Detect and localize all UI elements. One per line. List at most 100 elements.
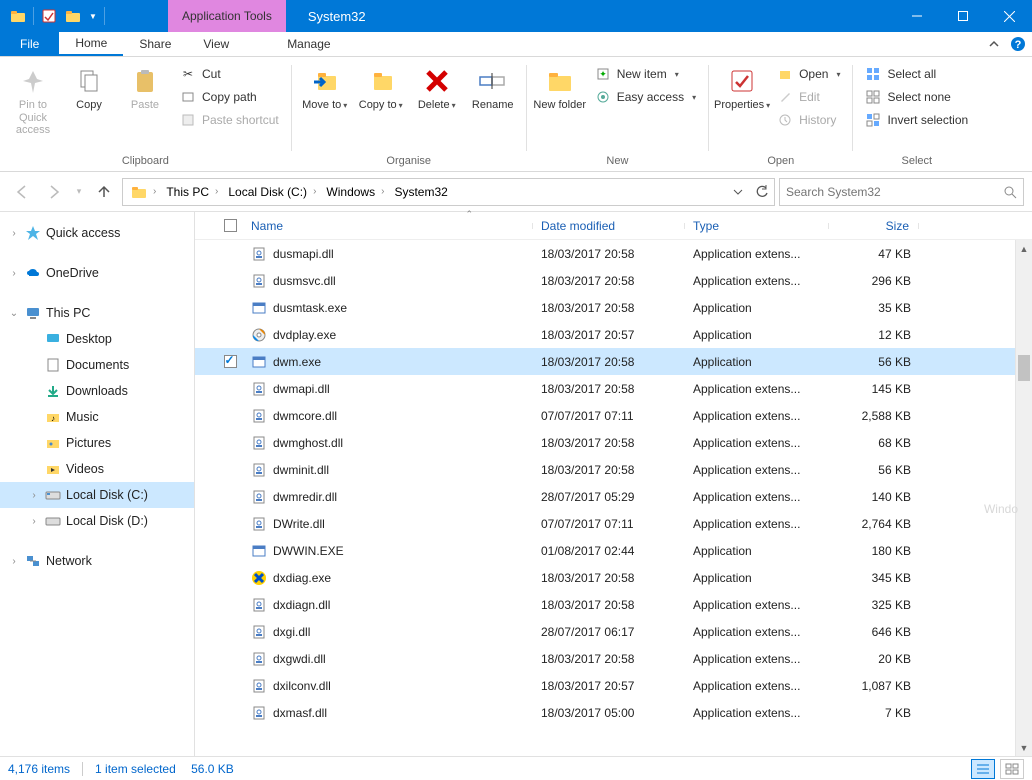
nav-documents[interactable]: Documents (0, 352, 194, 378)
new-item-button[interactable]: ✦New item▾ (589, 63, 702, 85)
qat-new-folder-icon[interactable] (61, 0, 85, 32)
column-check[interactable] (217, 219, 243, 232)
select-none-button[interactable]: Select none (859, 86, 974, 108)
delete-button[interactable]: Delete▾ (410, 61, 464, 112)
copy-button[interactable]: Copy (62, 61, 116, 112)
cut-button[interactable]: ✂Cut (174, 63, 285, 85)
move-to-button[interactable]: Move to▾ (298, 61, 352, 112)
group-open: Properties▾ Open▾ Edit History Open (711, 61, 850, 171)
scroll-up-button[interactable]: ▲ (1016, 240, 1032, 257)
open-button[interactable]: Open▾ (771, 63, 846, 85)
scroll-down-button[interactable]: ▼ (1016, 739, 1032, 756)
address-dropdown-button[interactable] (726, 179, 750, 205)
table-row[interactable]: dusmtask.exe18/03/2017 20:58Application3… (195, 294, 1032, 321)
nav-music[interactable]: ♪Music (0, 404, 194, 430)
nav-pictures[interactable]: Pictures (0, 430, 194, 456)
breadcrumb-local-disk-c[interactable]: Local Disk (C:)› (224, 179, 322, 205)
nav-local-disk-c[interactable]: ›Local Disk (C:) (0, 482, 194, 508)
maximize-button[interactable] (940, 0, 986, 32)
select-all-button[interactable]: Select all (859, 63, 974, 85)
nav-local-disk-d[interactable]: ›Local Disk (D:) (0, 508, 194, 534)
column-type[interactable]: Type (685, 219, 829, 233)
close-button[interactable] (986, 0, 1032, 32)
pin-to-quick-access-button[interactable]: Pin to Quick access (6, 61, 60, 137)
paste-button[interactable]: Paste (118, 61, 172, 112)
easy-access-button[interactable]: Easy access▾ (589, 86, 702, 108)
breadcrumb-system32[interactable]: System32 (390, 179, 451, 205)
tab-home[interactable]: Home (59, 32, 123, 56)
refresh-button[interactable] (750, 179, 774, 205)
search-box[interactable] (779, 178, 1024, 206)
copy-to-button[interactable]: Copy to▾ (354, 61, 408, 112)
new-folder-button[interactable]: New folder (533, 61, 587, 112)
back-button[interactable] (8, 178, 36, 206)
nav-onedrive[interactable]: ›OneDrive (0, 260, 194, 286)
table-row[interactable]: dxgwdi.dll18/03/2017 20:58Application ex… (195, 645, 1032, 672)
table-row[interactable]: dxdiagn.dll18/03/2017 20:58Application e… (195, 591, 1032, 618)
tab-manage[interactable]: Manage (271, 32, 346, 56)
copy-path-button[interactable]: Copy path (174, 86, 285, 108)
collapse-ribbon-button[interactable] (984, 32, 1004, 56)
nav-quick-access[interactable]: ›Quick access (0, 220, 194, 246)
file-name: dusmtask.exe (273, 301, 347, 315)
recent-locations-button[interactable]: ▾ (72, 186, 86, 197)
table-row[interactable]: dxdiag.exe18/03/2017 20:58Application345… (195, 564, 1032, 591)
nav-downloads[interactable]: Downloads (0, 378, 194, 404)
rename-button[interactable]: Rename (466, 61, 520, 112)
nav-desktop[interactable]: Desktop (0, 326, 194, 352)
qat-customize-dropdown[interactable]: ▼ (85, 0, 101, 32)
table-row[interactable]: DWrite.dll07/07/2017 07:11Application ex… (195, 510, 1032, 537)
help-button[interactable]: ? (1004, 32, 1032, 56)
new-folder-icon (544, 65, 576, 97)
large-icons-view-button[interactable] (1000, 759, 1024, 779)
breadcrumb-this-pc[interactable]: This PC› (162, 179, 224, 205)
documents-icon (44, 356, 62, 374)
table-row[interactable]: dwminit.dll18/03/2017 20:58Application e… (195, 456, 1032, 483)
table-row[interactable]: dxilconv.dll18/03/2017 20:57Application … (195, 672, 1032, 699)
file-name: dxilconv.dll (273, 679, 331, 693)
column-name[interactable]: Name⌃ (243, 219, 533, 233)
nav-network[interactable]: ›Network (0, 548, 194, 574)
minimize-button[interactable] (894, 0, 940, 32)
table-row[interactable]: dwmapi.dll18/03/2017 20:58Application ex… (195, 375, 1032, 402)
search-input[interactable] (786, 185, 1003, 199)
nav-videos[interactable]: Videos (0, 456, 194, 482)
breadcrumb-windows[interactable]: Windows› (322, 179, 390, 205)
up-button[interactable] (90, 178, 118, 206)
breadcrumb-root-icon[interactable]: › (127, 179, 162, 205)
column-date-modified[interactable]: Date modified (533, 219, 685, 233)
table-row[interactable]: dvdplay.exe18/03/2017 20:57Application12… (195, 321, 1032, 348)
details-view-button[interactable] (971, 759, 995, 779)
row-checkbox[interactable] (224, 355, 237, 368)
table-row[interactable]: dwm.exe18/03/2017 20:58Application56 KB (195, 348, 1032, 375)
qat-properties-icon[interactable] (37, 0, 61, 32)
column-size[interactable]: Size (829, 219, 919, 233)
tab-share[interactable]: Share (123, 32, 187, 56)
table-row[interactable]: dwmghost.dll18/03/2017 20:58Application … (195, 429, 1032, 456)
paste-shortcut-button[interactable]: Paste shortcut (174, 109, 285, 131)
file-size: 20 KB (829, 652, 919, 666)
qat-folder-icon[interactable] (6, 0, 30, 32)
table-row[interactable]: DWWIN.EXE01/08/2017 02:44Application180 … (195, 537, 1032, 564)
history-button[interactable]: History (771, 109, 846, 131)
edit-button[interactable]: Edit (771, 86, 846, 108)
table-row[interactable]: dxmasf.dll18/03/2017 05:00Application ex… (195, 699, 1032, 726)
tab-file[interactable]: File (0, 32, 59, 56)
file-name: DWWIN.EXE (273, 544, 344, 558)
scroll-thumb[interactable] (1018, 355, 1030, 381)
scrollbar-vertical[interactable]: ▲ ▼ (1015, 240, 1032, 756)
file-name: dxgwdi.dll (273, 652, 326, 666)
table-row[interactable]: dwmredir.dll28/07/2017 05:29Application … (195, 483, 1032, 510)
table-row[interactable]: dusmsvc.dll18/03/2017 20:58Application e… (195, 267, 1032, 294)
forward-button[interactable] (40, 178, 68, 206)
address-bar[interactable]: › This PC› Local Disk (C:)› Windows› Sys… (122, 178, 775, 206)
table-row[interactable]: dxgi.dll28/07/2017 06:17Application exte… (195, 618, 1032, 645)
properties-button[interactable]: Properties▾ (715, 61, 769, 112)
tab-view[interactable]: View (187, 32, 245, 56)
table-row[interactable]: dwmcore.dll07/07/2017 07:11Application e… (195, 402, 1032, 429)
titlebar: ▼ Application Tools System32 (0, 0, 1032, 32)
nav-this-pc[interactable]: ⌄This PC (0, 300, 194, 326)
invert-selection-button[interactable]: Invert selection (859, 109, 974, 131)
table-row[interactable]: dusmapi.dll18/03/2017 20:58Application e… (195, 240, 1032, 267)
network-icon (24, 552, 42, 570)
